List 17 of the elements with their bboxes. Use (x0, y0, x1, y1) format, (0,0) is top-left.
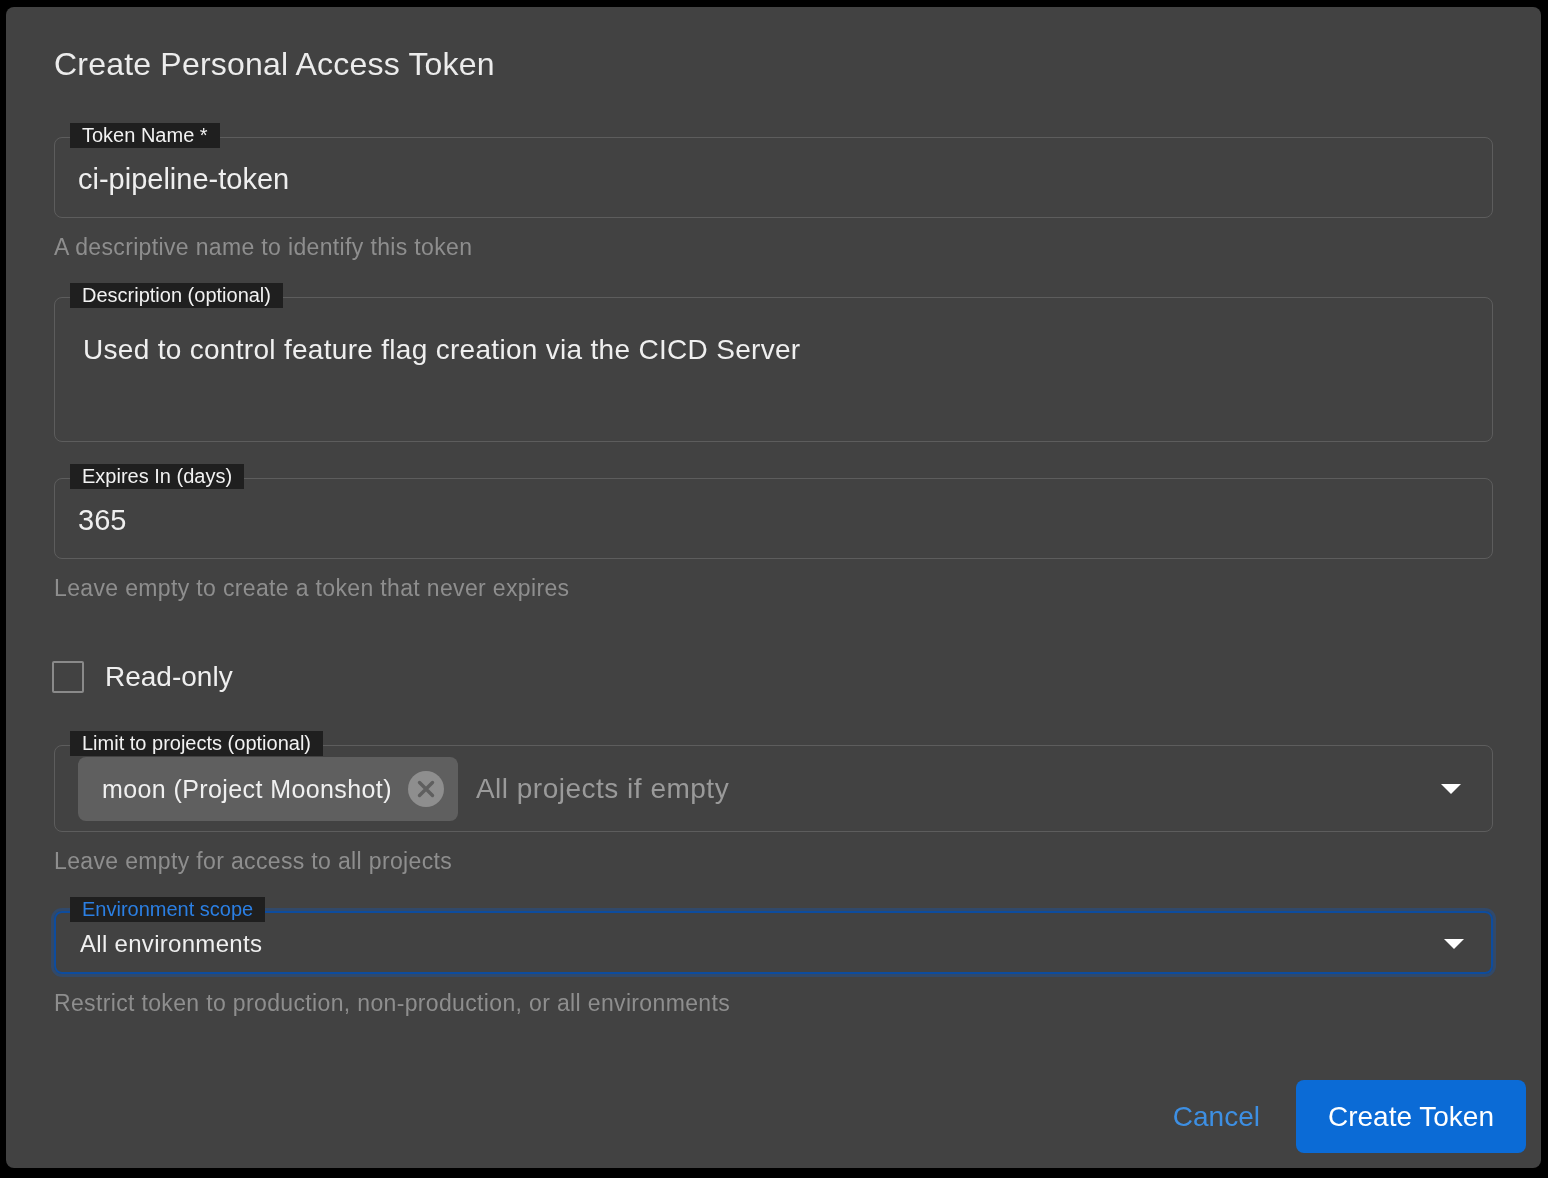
dropdown-caret-icon[interactable] (1441, 783, 1461, 794)
dropdown-caret-icon[interactable] (1444, 938, 1464, 949)
field-label: Expires In (days) (70, 464, 245, 489)
helper-text: Restrict token to production, non-production, or all environments (54, 989, 731, 1017)
tag-label: moon (Project Moonshot) (102, 773, 392, 804)
helper-text: A descriptive name to identify this token (54, 233, 473, 261)
helper-text: Leave empty for access to all projects (54, 847, 453, 875)
field-label: Environment scope (70, 897, 266, 922)
checkbox-label[interactable]: Read-only (105, 660, 233, 694)
checkbox[interactable] (52, 661, 84, 693)
create-token-button[interactable]: Create Token (1295, 1080, 1526, 1153)
dialog-title: Create Personal Access Token (54, 45, 495, 84)
placeholder-text: All projects if empty (475, 771, 730, 806)
field-label: Token Name * (70, 123, 220, 148)
field-label: Limit to projects (optional) (70, 731, 323, 756)
field-label: Description (optional) (70, 283, 283, 308)
helper-text: Leave empty to create a token that never expires (54, 574, 570, 602)
